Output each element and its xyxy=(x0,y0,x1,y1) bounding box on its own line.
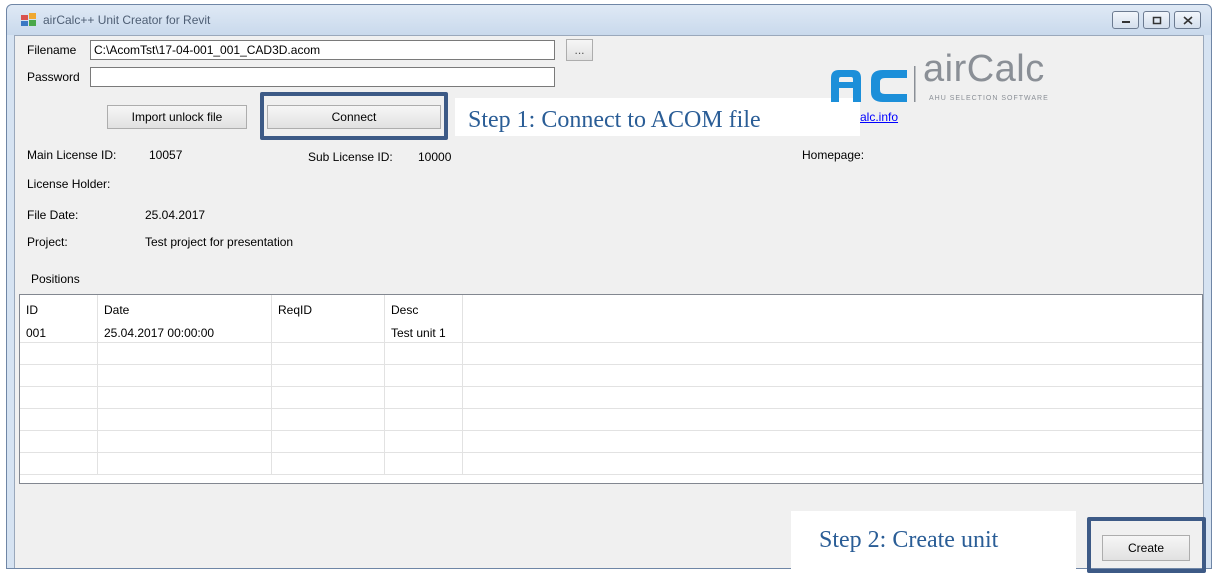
file-date-value: 25.04.2017 xyxy=(145,208,206,222)
homepage-label: Homepage: xyxy=(802,148,865,162)
empty-row xyxy=(20,431,1202,453)
column-header-reqid[interactable]: ReqID xyxy=(272,295,385,321)
project-value: Test project for presentation xyxy=(145,235,294,249)
browse-button[interactable]: ... xyxy=(566,39,593,61)
minimize-button[interactable] xyxy=(1112,11,1139,29)
positions-label: Positions xyxy=(31,272,80,286)
positions-grid[interactable]: ID Date ReqID Desc 001 25.04.2017 00:00:… xyxy=(19,294,1203,484)
create-highlight-box xyxy=(1087,517,1206,573)
empty-row xyxy=(20,365,1202,387)
sub-license-value: 10000 xyxy=(418,150,452,164)
grid-header-row: ID Date ReqID Desc xyxy=(20,295,1202,321)
main-license-label: Main License ID: xyxy=(27,148,117,162)
minimize-icon xyxy=(1121,21,1130,23)
cell-filler xyxy=(463,321,1202,343)
password-label: Password xyxy=(27,70,80,84)
close-button[interactable] xyxy=(1174,11,1201,29)
main-license-value: 10057 xyxy=(149,148,183,162)
aircalc-logo: airCalc AHU SELECTION SOFTWARE xyxy=(827,48,1097,106)
cell-id[interactable]: 001 xyxy=(20,321,98,343)
filename-input[interactable]: C:\AcomTst\17-04-001_001_CAD3D.acom xyxy=(90,40,555,60)
empty-row xyxy=(20,343,1202,365)
license-holder-label: License Holder: xyxy=(27,177,111,191)
column-header-filler xyxy=(463,295,1202,321)
import-unlock-button[interactable]: Import unlock file xyxy=(107,105,247,129)
cell-reqid[interactable] xyxy=(272,321,385,343)
website-link[interactable]: alc.info xyxy=(860,110,898,124)
app-icon xyxy=(21,13,36,26)
password-input[interactable] xyxy=(90,67,555,87)
empty-row xyxy=(20,409,1202,431)
window-title: airCalc++ Unit Creator for Revit xyxy=(43,13,211,27)
restore-icon xyxy=(1152,16,1161,24)
column-header-date[interactable]: Date xyxy=(98,295,272,321)
column-header-desc[interactable]: Desc xyxy=(385,295,463,321)
close-icon xyxy=(1182,15,1193,25)
table-row[interactable]: 001 25.04.2017 00:00:00 Test unit 1 xyxy=(20,321,1202,343)
file-date-label: File Date: xyxy=(27,208,79,222)
empty-row xyxy=(20,453,1202,475)
sub-license-label: Sub License ID: xyxy=(308,150,393,164)
column-header-id[interactable]: ID xyxy=(20,295,98,321)
ac-logo-icon xyxy=(831,66,916,102)
project-label: Project: xyxy=(27,235,68,249)
title-bar[interactable]: airCalc++ Unit Creator for Revit xyxy=(7,5,1211,35)
cell-date[interactable]: 25.04.2017 00:00:00 xyxy=(98,321,272,343)
brand-tagline: AHU SELECTION SOFTWARE xyxy=(929,95,1049,102)
cell-desc[interactable]: Test unit 1 xyxy=(385,321,463,343)
filename-label: Filename xyxy=(27,43,77,57)
maximize-button[interactable] xyxy=(1143,11,1170,29)
client-area: Filename C:\AcomTst\17-04-001_001_CAD3D.… xyxy=(14,35,1206,573)
empty-row xyxy=(20,387,1202,409)
brand-name: airCalc xyxy=(923,48,1045,90)
app-window: airCalc++ Unit Creator for Revit Filenam… xyxy=(6,4,1212,573)
connect-highlight-box xyxy=(260,92,448,140)
step1-callout: Step 1: Connect to ACOM file xyxy=(455,98,860,136)
step2-callout: Step 2: Create unit xyxy=(791,511,1076,571)
